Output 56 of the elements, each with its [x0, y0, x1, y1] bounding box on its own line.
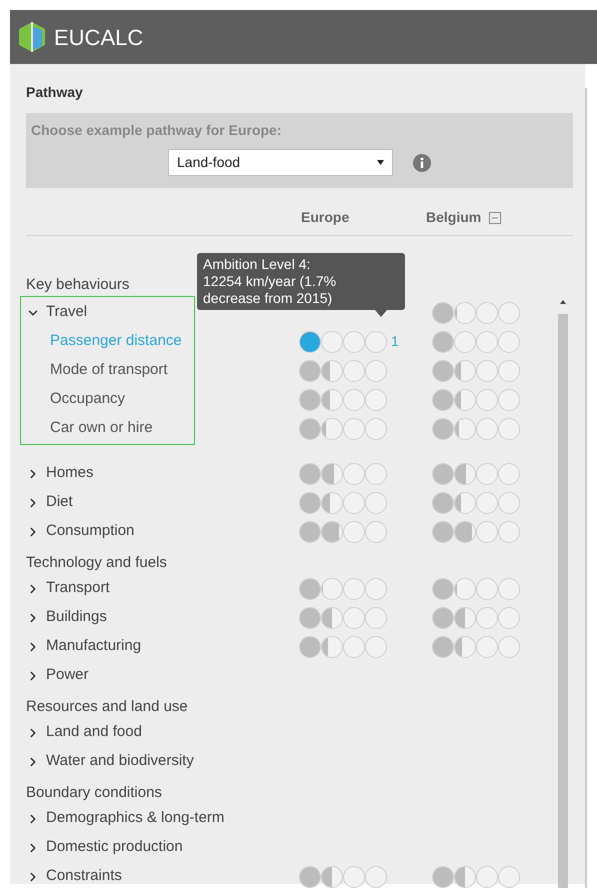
lever-item[interactable]: Mode of transport — [50, 359, 168, 382]
ambition-circle[interactable] — [432, 388, 454, 410]
ambition-circle[interactable] — [432, 462, 454, 484]
category-item[interactable]: Buildings — [46, 606, 107, 629]
tooltip: Ambition Level 4: 12254 km/year (1.7% decrease from 2015) — [197, 253, 405, 310]
ambition-circle[interactable] — [432, 578, 454, 600]
ambition-circle[interactable] — [299, 636, 321, 658]
pathway-prompt: Choose example pathway for Europe: — [31, 121, 282, 140]
level-reading: 1 — [391, 332, 399, 351]
category-item[interactable]: Domestic production — [46, 836, 183, 859]
ambition-circle[interactable] — [299, 388, 321, 410]
ambition-circle[interactable] — [299, 866, 321, 888]
column-header: Belgium — [426, 208, 482, 227]
category-item[interactable]: Land and food — [46, 721, 142, 744]
ambition-circle[interactable] — [299, 330, 321, 352]
lever-item[interactable]: Car own or hire — [50, 417, 153, 440]
category-item[interactable]: Homes — [46, 462, 94, 485]
ambition-circle[interactable] — [432, 520, 454, 542]
section-heading: Pathway — [26, 83, 84, 102]
app-title: EUCALC — [54, 24, 144, 52]
pathway-select[interactable]: Land-food — [168, 149, 393, 176]
lever-item[interactable]: Occupancy — [50, 388, 126, 411]
collapse-icon[interactable] — [489, 212, 502, 224]
category-item[interactable]: Travel — [46, 301, 88, 324]
ambition-circle[interactable] — [432, 492, 454, 514]
info-icon[interactable] — [413, 154, 431, 172]
ambition-circle[interactable] — [432, 330, 454, 352]
ambition-circle[interactable] — [299, 360, 321, 382]
dropdown-caret-icon — [377, 160, 384, 165]
group-heading: Resources and land use — [26, 696, 188, 716]
category-item[interactable]: Water and biodiversity — [46, 750, 194, 773]
ambition-circle[interactable] — [432, 636, 454, 658]
ambition-circle[interactable] — [299, 520, 321, 542]
group-heading: Key behaviours — [26, 274, 130, 294]
ambition-circle[interactable] — [432, 606, 454, 628]
category-item[interactable]: Constraints — [46, 865, 122, 888]
category-item[interactable]: Power — [46, 664, 89, 687]
ambition-circle[interactable] — [299, 418, 321, 440]
ambition-circle[interactable] — [432, 302, 454, 324]
column-header: Europe — [301, 208, 350, 227]
ambition-circle[interactable] — [299, 492, 321, 514]
ambition-circle[interactable] — [432, 418, 454, 440]
category-item[interactable]: Transport — [46, 577, 110, 600]
category-item[interactable]: Demographics & long-term — [46, 807, 224, 830]
category-item[interactable]: Consumption — [46, 520, 134, 543]
ambition-circle[interactable] — [432, 866, 454, 888]
group-heading: Technology and fuels — [26, 552, 167, 572]
ambition-circle[interactable] — [299, 578, 321, 600]
ambition-circle[interactable] — [299, 606, 321, 628]
category-item[interactable]: Manufacturing — [46, 635, 142, 658]
tooltip-pointer — [375, 310, 387, 317]
group-heading: Boundary conditions — [26, 782, 162, 802]
ambition-circle[interactable] — [299, 462, 321, 484]
cube-logo-icon — [18, 21, 46, 53]
category-item[interactable]: Diet — [46, 491, 73, 514]
ambition-circle[interactable] — [432, 360, 454, 382]
